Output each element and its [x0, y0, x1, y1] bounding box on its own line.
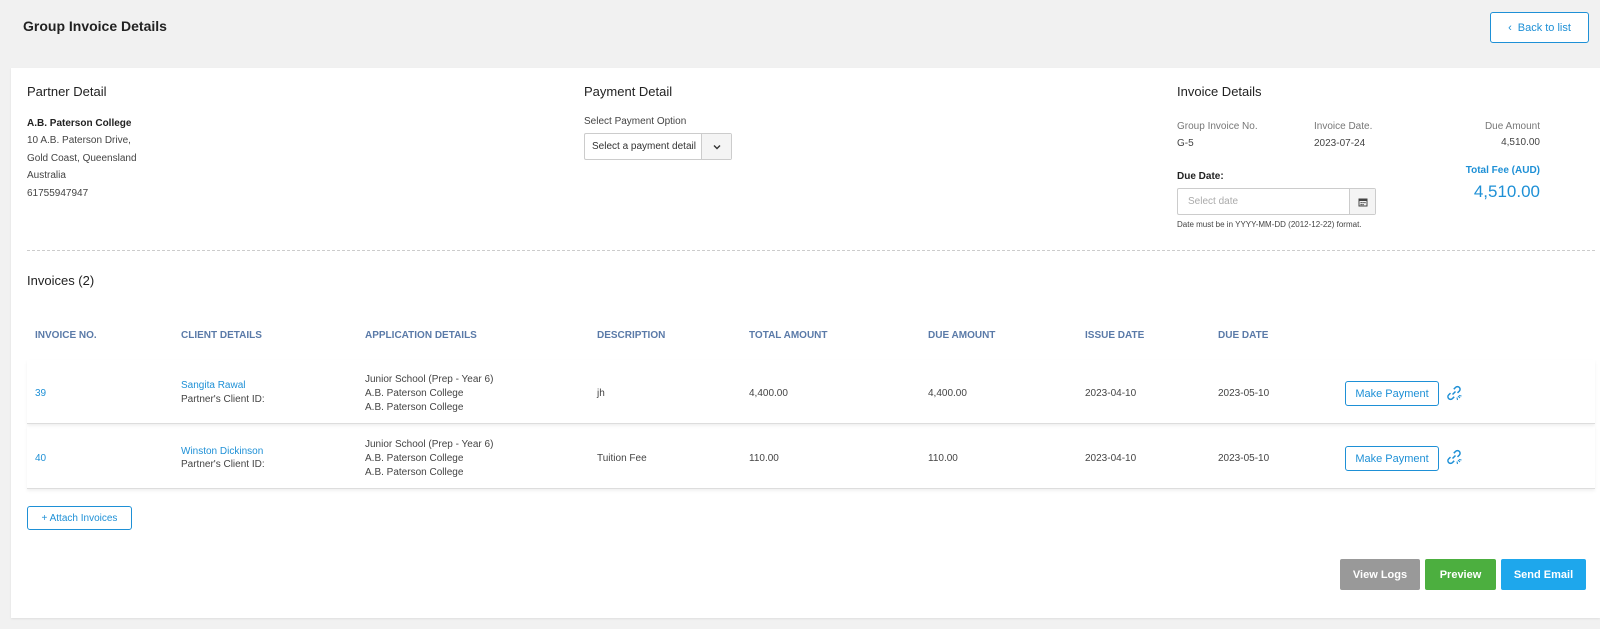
chevron-down-icon: [701, 134, 731, 159]
preview-button[interactable]: Preview: [1425, 559, 1496, 590]
total-fee-label: Total Fee (AUD): [1465, 165, 1540, 176]
due-date-cell: 2023-05-10: [1218, 388, 1270, 399]
invoice-no-link[interactable]: 40: [35, 452, 46, 466]
send-email-button[interactable]: Send Email: [1501, 559, 1586, 590]
calendar-icon[interactable]: [1349, 189, 1375, 214]
description: jh: [597, 388, 605, 399]
due-amount-cell: 110.00: [928, 453, 958, 464]
issue-date: 2023-04-10: [1085, 388, 1137, 399]
column-header-invoice-no: INVOICE NO.: [35, 330, 97, 341]
section-divider: [27, 250, 1595, 251]
client-name-link[interactable]: Winston Dickinson: [181, 445, 263, 459]
column-header-application-details: APPLICATION DETAILS: [365, 330, 477, 341]
chevron-left-icon: ‹: [1508, 21, 1512, 34]
make-payment-button[interactable]: Make Payment: [1345, 446, 1439, 471]
total-fee-value: 4,510.00: [1473, 182, 1540, 201]
column-header-issue-date: ISSUE DATE: [1085, 330, 1145, 341]
due-amount-label: Due Amount: [1484, 121, 1540, 132]
back-to-list-label: Back to list: [1517, 21, 1571, 34]
page-title: Group Invoice Details: [23, 18, 167, 34]
due-date-cell: 2023-05-10: [1218, 453, 1270, 464]
group-invoice-no: G-5: [1177, 138, 1194, 149]
client-id-label: Partner's Client ID:: [181, 459, 265, 470]
invoice-details-title: Invoice Details: [1177, 84, 1262, 99]
group-invoice-no-label: Group Invoice No.: [1177, 121, 1258, 132]
application-institution: A.B. Paterson College: [365, 388, 464, 399]
payment-option-value: Select a payment detail: [592, 141, 696, 152]
attach-invoices-button[interactable]: + Attach Invoices: [27, 506, 132, 530]
client-id-label: Partner's Client ID:: [181, 394, 265, 405]
main-card: Partner Detail A.B. Paterson College 10 …: [11, 68, 1600, 618]
client-name-link[interactable]: Sangita Rawal: [181, 379, 245, 393]
partner-country: Australia: [27, 170, 66, 181]
due-date-label: Due Date:: [1177, 171, 1224, 182]
issue-date: 2023-04-10: [1085, 453, 1137, 464]
due-amount: 4,510.00: [1501, 137, 1540, 148]
date-format-hint: Date must be in YYYY-MM-DD (2012-12-22) …: [1177, 220, 1362, 229]
column-header-due-amount: DUE AMOUNT: [928, 330, 996, 341]
column-header-description: DESCRIPTION: [597, 330, 666, 341]
total-amount: 110.00: [749, 453, 779, 464]
application-course: Junior School (Prep - Year 6): [365, 374, 494, 385]
unlink-icon[interactable]: [1445, 448, 1463, 466]
invoice-date: 2023-07-24: [1314, 138, 1366, 149]
due-date-placeholder: Select date: [1188, 196, 1239, 207]
invoice-no-link[interactable]: 39: [35, 387, 46, 401]
application-institution: A.B. Paterson College: [365, 453, 464, 464]
application-campus: A.B. Paterson College: [365, 402, 464, 413]
partner-phone: 61755947947: [27, 188, 89, 199]
column-header-client-details: CLIENT DETAILS: [181, 330, 262, 341]
application-campus: A.B. Paterson College: [365, 467, 464, 478]
invoices-heading: Invoices (2): [27, 273, 95, 288]
partner-detail-title: Partner Detail: [27, 84, 107, 99]
partner-name: A.B. Paterson College: [27, 118, 132, 129]
unlink-icon[interactable]: [1445, 384, 1463, 402]
invoice-date-label: Invoice Date.: [1314, 121, 1373, 132]
back-to-list-button[interactable]: ‹ Back to list: [1490, 12, 1589, 43]
payment-detail-title: Payment Detail: [584, 84, 673, 99]
column-header-total-amount: TOTAL AMOUNT: [749, 330, 828, 341]
partner-address-line: Gold Coast, Queensland: [27, 153, 137, 164]
column-header-due-date: DUE DATE: [1218, 330, 1269, 341]
application-course: Junior School (Prep - Year 6): [365, 439, 494, 450]
due-date-input[interactable]: Select date: [1177, 188, 1376, 215]
payment-option-label: Select Payment Option: [584, 116, 687, 127]
make-payment-button[interactable]: Make Payment: [1345, 381, 1439, 406]
partner-address-line: 10 A.B. Paterson Drive,: [27, 135, 131, 146]
due-amount-cell: 4,400.00: [928, 388, 967, 399]
payment-option-select[interactable]: Select a payment detail: [584, 133, 732, 160]
view-logs-button[interactable]: View Logs: [1340, 559, 1420, 590]
description: Tuition Fee: [597, 453, 647, 464]
total-amount: 4,400.00: [749, 388, 788, 399]
